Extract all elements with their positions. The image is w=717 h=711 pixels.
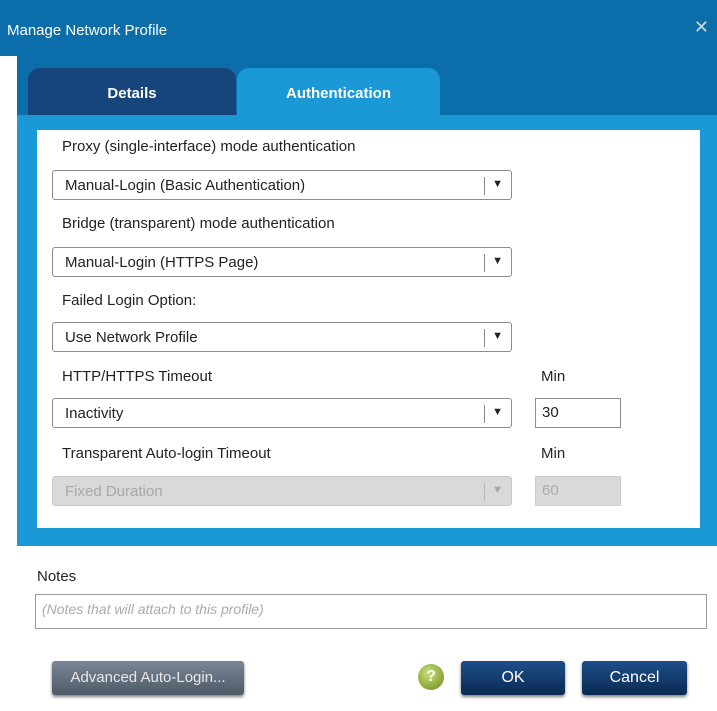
http-timeout-type-select[interactable]: Inactivity ▼ [52, 398, 512, 428]
close-icon[interactable]: ✕ [694, 18, 709, 36]
notes-placeholder: (Notes that will attach to this profile) [42, 601, 264, 617]
advanced-auto-login-button[interactable]: Advanced Auto-Login... [52, 661, 244, 695]
auto-login-timeout-type-select: Fixed Duration ▼ [52, 476, 512, 506]
bridge-mode-select[interactable]: Manual-Login (HTTPS Page) ▼ [52, 247, 512, 277]
ok-button[interactable]: OK [461, 661, 565, 695]
panel-border-right [700, 130, 717, 546]
tab-authentication[interactable]: Authentication [237, 68, 440, 116]
proxy-mode-value: Manual-Login (Basic Authentication) [65, 177, 306, 194]
auto-login-timeout-value: 60 [542, 482, 559, 499]
http-timeout-input[interactable]: 30 [535, 398, 621, 428]
chevron-down-icon: ▼ [492, 406, 503, 418]
select-divider [484, 177, 485, 195]
notes-label: Notes [37, 568, 77, 585]
title-bar: Manage Network Profile ✕ [0, 0, 717, 56]
proxy-mode-label: Proxy (single-interface) mode authentica… [62, 138, 356, 155]
auto-login-timeout-unit: Min [541, 445, 566, 462]
auto-login-timeout-label: Transparent Auto-login Timeout [62, 445, 271, 462]
select-divider [484, 254, 485, 272]
bridge-mode-value: Manual-Login (HTTPS Page) [65, 254, 259, 271]
help-icon[interactable]: ? [418, 664, 444, 690]
chevron-down-icon: ▼ [492, 484, 503, 496]
proxy-mode-select[interactable]: Manual-Login (Basic Authentication) ▼ [52, 170, 512, 200]
failed-login-label: Failed Login Option: [62, 292, 197, 309]
select-divider [484, 329, 485, 347]
http-timeout-value: 30 [542, 404, 559, 421]
select-divider [484, 483, 485, 501]
panel-border-bottom [17, 528, 717, 546]
panel-border-left [17, 130, 37, 546]
chevron-down-icon: ▼ [492, 255, 503, 267]
http-timeout-unit: Min [541, 368, 566, 385]
auto-login-timeout-type-value: Fixed Duration [65, 483, 163, 500]
http-timeout-label: HTTP/HTTPS Timeout [62, 368, 213, 385]
select-divider [484, 405, 485, 423]
auto-login-timeout-input: 60 [535, 476, 621, 506]
http-timeout-type-value: Inactivity [65, 405, 124, 422]
cancel-button[interactable]: Cancel [582, 661, 687, 695]
window-title: Manage Network Profile [7, 22, 168, 39]
failed-login-value: Use Network Profile [65, 329, 198, 346]
tab-strip [17, 115, 717, 130]
failed-login-select[interactable]: Use Network Profile ▼ [52, 322, 512, 352]
notes-field[interactable]: (Notes that will attach to this profile) [35, 594, 707, 629]
tab-details[interactable]: Details [28, 68, 236, 116]
bridge-mode-label: Bridge (transparent) mode authentication [62, 215, 335, 232]
chevron-down-icon: ▼ [492, 178, 503, 190]
chevron-down-icon: ▼ [492, 330, 503, 342]
